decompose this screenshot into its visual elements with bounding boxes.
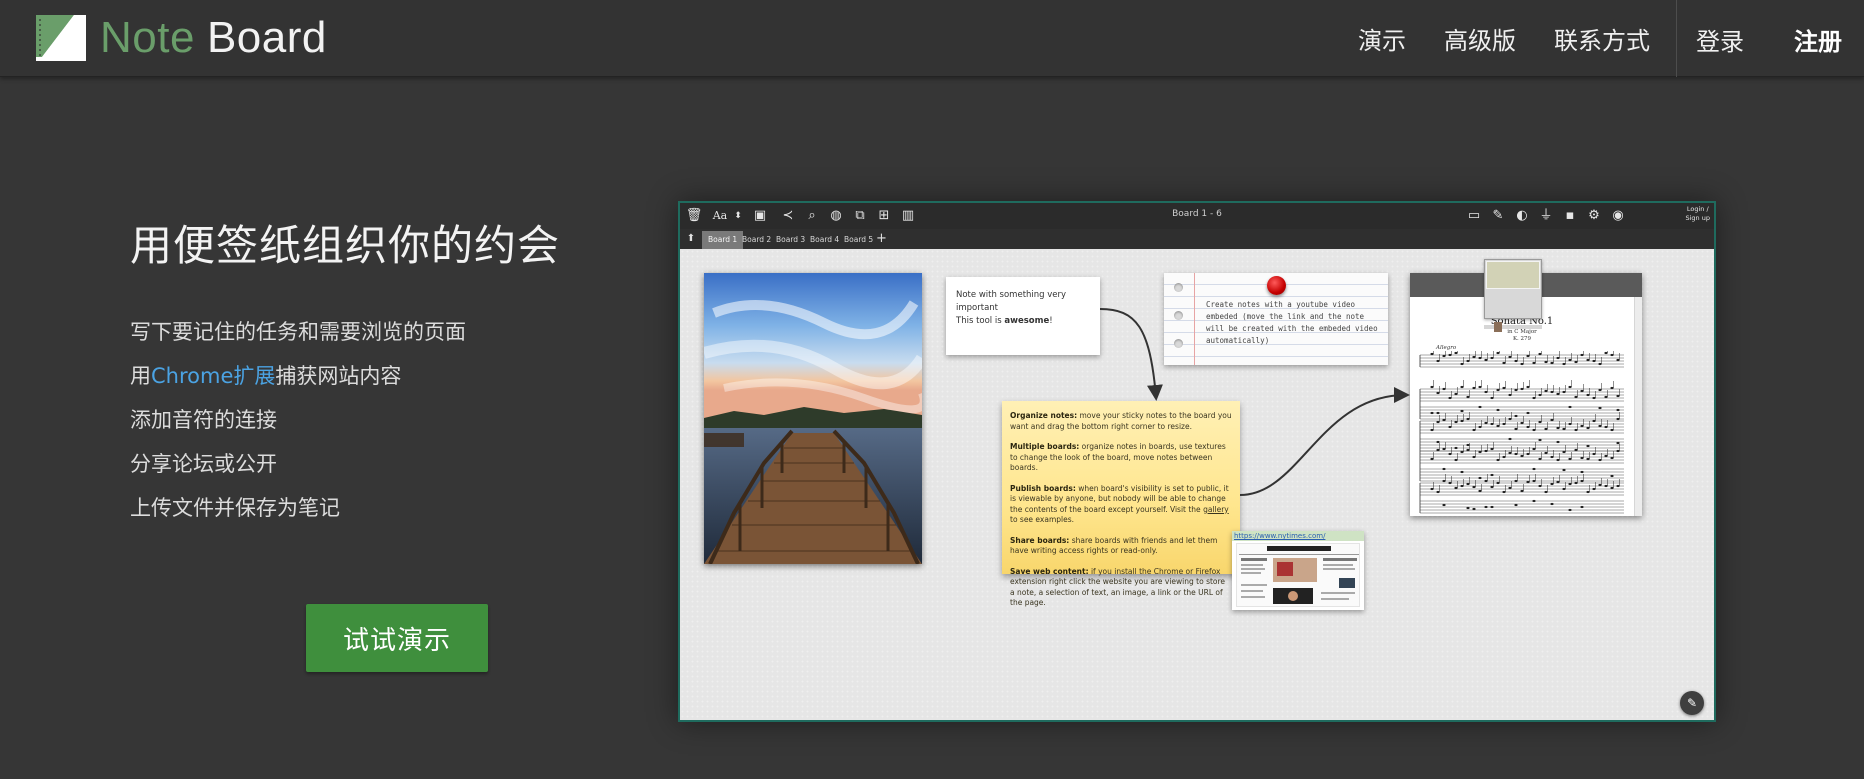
note-features[interactable]: Organize notes: move your sticky notes t… [1002,401,1240,607]
feature-chrome-suffix: 捕获网站内容 [275,364,402,388]
register-link[interactable]: 注册 [1794,22,1842,57]
nav-contact-link[interactable]: 联系方式 [1554,21,1650,56]
note-youtube-text: Create notes with a youtube video embede… [1206,300,1378,345]
try-demo-button[interactable]: 试试演示 [306,604,488,672]
layout-icon[interactable]: ⊞ [874,206,894,226]
note-youtube[interactable]: Create notes with a youtube video embede… [1164,273,1388,365]
note-important-line2: This tool is awesome! [956,316,1053,326]
zoom-slider-knob[interactable] [1494,322,1502,332]
top-navbar: Note Board 演示 高级版 联系方式 登录 注册 [0,0,1864,77]
user-icon[interactable]: ◉ [1608,206,1628,226]
tab-board-5[interactable]: Board 5 [838,231,879,249]
sheet-scrollbar[interactable] [1634,297,1642,516]
columns-icon[interactable]: ▥ [898,206,918,226]
feature-item-tasks: 写下要记住的任务和需要浏览的页面 [130,320,466,344]
gallery-link[interactable]: gallery [1203,505,1229,514]
preview-toolbar: 🗑 Aa ⬍ ▣ ≺ ⌕ ◍ ⧉ ⊞ ▥ Board 1 - 6 ▭ ✎ ◐ ⏚… [680,203,1714,229]
font-size-icon[interactable]: ⬍ [728,206,748,226]
logo-mark-icon [36,15,86,61]
chrome-extension-link[interactable]: Chrome扩展 [151,364,275,388]
image-icon[interactable]: ▣ [750,206,770,226]
noteboard-logo[interactable]: Note Board [34,12,327,64]
binder-hole [1174,311,1183,320]
main-nav: 演示 高级版 联系方式 [1320,0,1650,77]
home-icon[interactable]: ⬆ [684,232,698,246]
gear-icon[interactable]: ⚙ [1584,206,1604,226]
website-thumbnail-icon [1239,546,1359,604]
binder-hole [1174,339,1183,348]
search-icon[interactable]: ⌕ [802,206,822,226]
login-link[interactable]: 登录 [1696,22,1744,57]
feature-item-notes: 添加音符的连接 [130,408,277,432]
arrow-features-to-sheet [1239,387,1410,496]
plugin-icon[interactable]: ⏚ [1536,206,1556,226]
sheet-subtitle: in C Major K. 279 [1507,329,1537,342]
share-icon[interactable]: ≺ [778,206,798,226]
hero-title: 用便签纸组织你的约会 [130,221,561,270]
new-note-icon[interactable]: ▭ [1464,206,1484,226]
attach-icon[interactable]: ✎ [1488,206,1508,226]
feature-item-share: 分享论坛或公开 [130,452,277,476]
font-icon[interactable]: Aa [710,206,730,226]
music-staves-icon [1419,351,1624,514]
nav-premium-link[interactable]: 高级版 [1444,21,1516,56]
zoom-slider[interactable] [1484,322,1542,332]
note-important-line1: Note with something very important [956,290,1067,313]
theme-icon[interactable]: ◐ [1512,206,1532,226]
note-important[interactable]: Note with something very important This … [946,277,1100,355]
feature-multiple: Multiple boards: organize notes in board… [1010,442,1226,472]
feature-list: 写下要记住的任务和需要浏览的页面 用Chrome扩展捕获网站内容 添加音符的连接… [130,316,466,536]
binder-hole [1174,283,1183,292]
app-preview-screenshot: 🗑 Aa ⬍ ▣ ≺ ⌕ ◍ ⧉ ⊞ ▥ Board 1 - 6 ▭ ✎ ◐ ⏚… [678,201,1716,722]
feature-organize: Organize notes: move your sticky notes t… [1010,411,1232,431]
arrow-important-to-features [1099,308,1163,401]
preview-board-tabs: ⬆ Board 1 Board 2 Board 3 Board 4 Board … [680,229,1714,249]
add-board-button[interactable]: + [876,231,887,247]
board-minimap[interactable] [1484,259,1542,319]
pushpin-icon [1267,276,1286,295]
minimap-viewport[interactable] [1486,261,1540,289]
logo-text-board: Board [206,13,327,62]
note-web-clip[interactable]: https://www.nytimes.com/ [1232,531,1364,610]
globe-icon[interactable]: ◍ [826,206,846,226]
logo-text-note: Note [100,13,195,62]
nav-divider [1676,0,1677,77]
feature-share: Share boards: share boards with friends … [1010,535,1218,556]
photo-note-pier[interactable] [704,273,922,564]
pier-photo-icon [704,273,922,564]
feature-item-upload: 上传文件并保存为笔记 [130,496,340,520]
note-margin-line [1194,273,1195,365]
trash-icon[interactable]: 🗑 [684,206,704,226]
edit-pencil-icon[interactable]: ✎ [1680,691,1704,715]
nav-demo-link[interactable]: 演示 [1358,21,1406,56]
feature-save-web: Save web content: if you install the Chr… [1010,566,1226,608]
copy-icon[interactable]: ⧉ [850,206,870,226]
preview-login-link[interactable]: Login / Sign up [1686,205,1711,223]
web-clip-url[interactable]: https://www.nytimes.com/ [1232,531,1364,541]
feature-item-chrome: 用Chrome扩展捕获网站内容 [130,360,466,404]
save-icon[interactable]: ▪ [1560,206,1580,226]
board-canvas: Note with something very important This … [680,249,1714,720]
web-clip-thumbnail [1236,543,1360,607]
feature-chrome-prefix: 用 [130,364,151,388]
feature-publish: Publish boards: when board's visibility … [1010,483,1229,525]
